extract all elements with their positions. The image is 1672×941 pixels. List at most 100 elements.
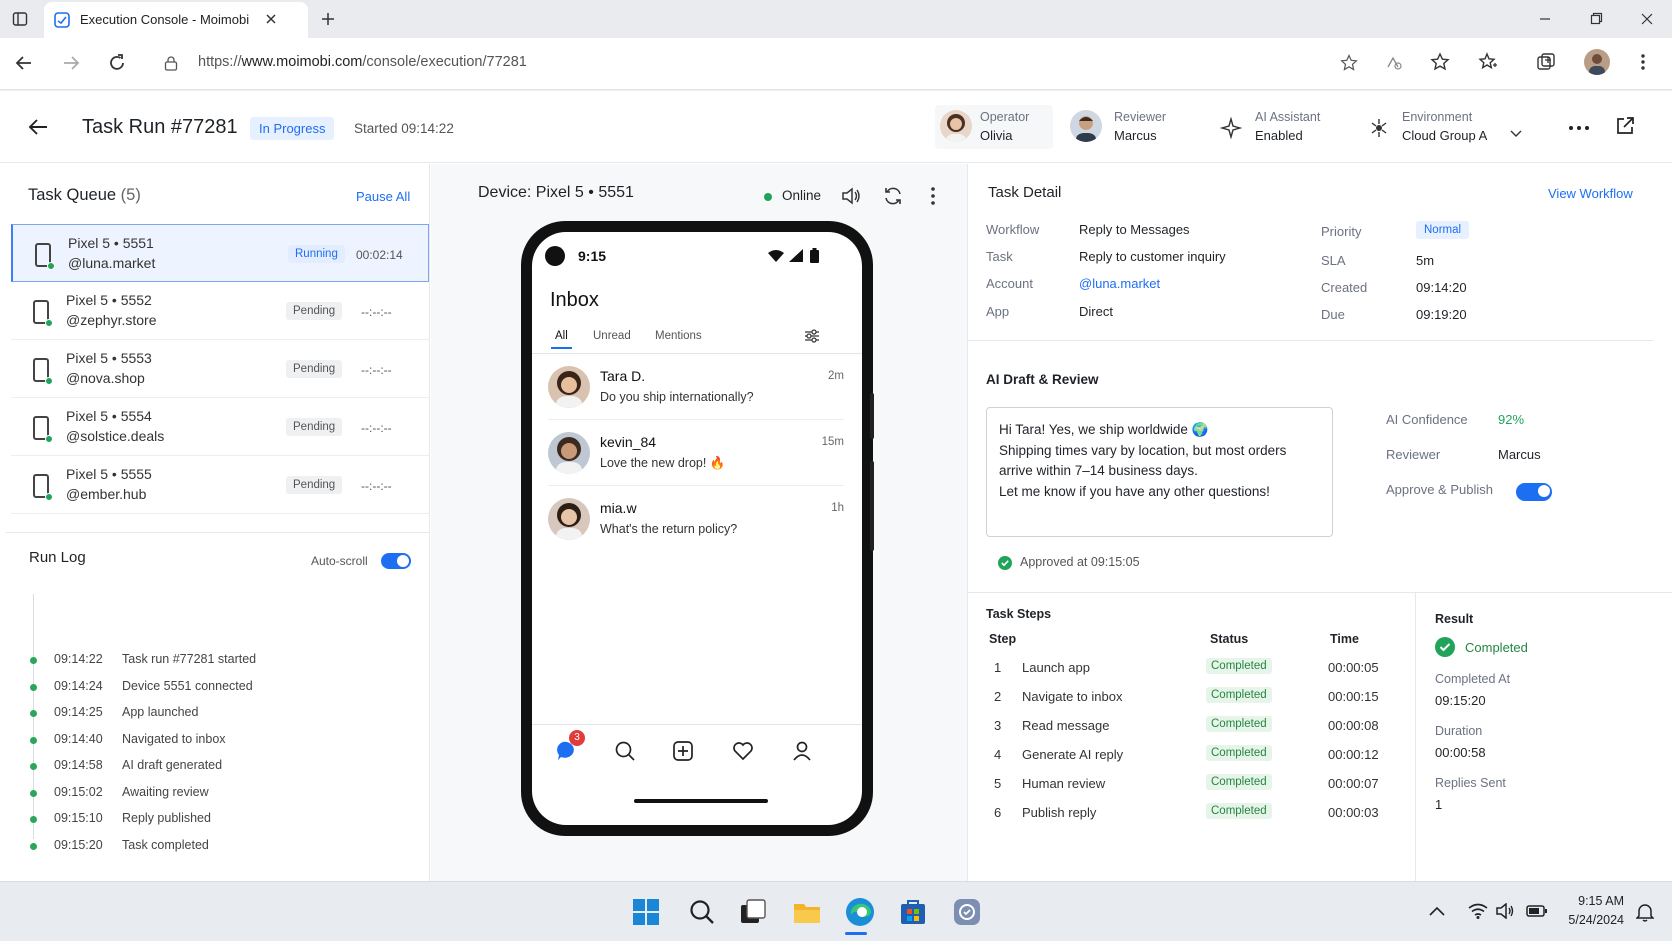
wifi-tray-icon[interactable] <box>1468 903 1488 919</box>
queue-status-badge: Pending <box>286 476 343 494</box>
favorites-icon[interactable] <box>1430 52 1450 72</box>
search-nav-icon[interactable] <box>614 740 636 762</box>
message-item[interactable]: kevin_84 Love the new drop! 🔥 15m <box>548 420 844 486</box>
chevron-down-icon[interactable] <box>1510 130 1522 138</box>
log-text: AI draft generated <box>122 758 223 772</box>
divider <box>968 592 1672 593</box>
chevron-up-icon[interactable] <box>1429 905 1445 917</box>
favorite-star-icon[interactable] <box>1340 54 1358 72</box>
collections-star-icon[interactable] <box>1478 52 1498 72</box>
message-item[interactable]: Tara D. Do you ship internationally? 2m <box>548 354 844 420</box>
replies-label: Replies Sent <box>1435 776 1506 790</box>
app-page: Task Run #77281 In Progress Started 09:1… <box>0 91 1672 881</box>
queue-item[interactable]: Pixel 5 • 5551 @luna.market Running 00:02:1… <box>11 224 429 282</box>
cloud-network-icon <box>1368 117 1390 139</box>
url-bar[interactable]: https://www.moimobi.com/console/executio… <box>150 44 1415 82</box>
message-item[interactable]: mia.w What's the return policy? 1h <box>548 486 844 552</box>
new-tab-icon[interactable] <box>320 11 336 27</box>
moimobi-app-icon[interactable] <box>953 898 981 926</box>
view-workflow-link[interactable]: View Workflow <box>1548 186 1633 201</box>
create-nav-icon[interactable] <box>672 740 694 762</box>
queue-device: Pixel 5 • 5551 <box>68 235 154 251</box>
phone-device-icon <box>35 243 55 270</box>
back-arrow-icon[interactable] <box>27 117 49 137</box>
queue-item[interactable]: Pixel 5 • 5552 @zephyr.store Pending --:--:… <box>11 282 429 340</box>
back-icon[interactable] <box>14 53 34 73</box>
edge-browser-icon[interactable] <box>845 897 875 927</box>
forward-icon[interactable] <box>61 53 81 73</box>
collections-icon[interactable] <box>1536 52 1556 72</box>
tab-actions-icon[interactable] <box>12 11 28 27</box>
inbox-title: Inbox <box>550 289 599 311</box>
home-indicator[interactable] <box>634 799 768 803</box>
queue-handle: @solstice.deals <box>66 428 165 444</box>
message-avatar <box>548 432 590 474</box>
approve-toggle[interactable] <box>1516 483 1552 501</box>
completed-at-label: Completed At <box>1435 672 1511 686</box>
close-tab-icon[interactable] <box>264 12 278 26</box>
queue-handle: @ember.hub <box>66 486 147 502</box>
filter-icon[interactable] <box>804 329 820 343</box>
ai-draft-textarea[interactable]: Hi Tara! Yes, we ship worldwide 🌍 Shippi… <box>986 407 1333 537</box>
queue-item[interactable]: Pixel 5 • 5554 @solstice.deals Pending --:-… <box>11 398 429 456</box>
log-entry: 09:14:40 Navigated to inbox <box>6 729 406 756</box>
browser-tab[interactable]: Execution Console - Moimobi <box>44 2 308 38</box>
log-time: 09:14:22 <box>54 652 103 666</box>
log-time: 09:14:58 <box>54 758 103 772</box>
heart-nav-icon[interactable] <box>732 740 754 762</box>
notification-bell-icon[interactable] <box>1636 902 1654 922</box>
step-time: 00:00:12 <box>1328 747 1379 762</box>
sla-label: SLA <box>1321 253 1346 268</box>
battery-tray-icon[interactable] <box>1526 904 1548 918</box>
workflow-value: Reply to Messages <box>1079 222 1190 237</box>
ai-assistant-box[interactable]: AI Assistant Enabled <box>1210 105 1348 149</box>
confidence-value: 92% <box>1498 412 1525 427</box>
more-horizontal-icon[interactable] <box>1568 125 1590 131</box>
volume-tray-icon[interactable] <box>1496 903 1516 919</box>
profile-avatar[interactable] <box>1584 49 1610 75</box>
operator-box[interactable]: Operator Olivia <box>935 105 1053 149</box>
file-explorer-icon[interactable] <box>793 900 821 924</box>
sync-icon[interactable] <box>882 185 904 207</box>
message-preview: Do you ship internationally? <box>600 390 754 404</box>
queue-status-badge: Pending <box>286 302 343 320</box>
log-dot <box>30 816 37 823</box>
log-entry: 09:15:10 Reply published <box>6 808 406 835</box>
browser-tab-bar: Execution Console - Moimobi <box>0 0 1672 38</box>
close-window-icon[interactable] <box>1640 12 1654 26</box>
reviewer-box[interactable]: Reviewer Marcus <box>1065 105 1195 149</box>
search-icon[interactable] <box>689 899 715 925</box>
store-icon[interactable] <box>899 898 927 926</box>
maximize-icon[interactable] <box>1589 12 1603 26</box>
result-check-icon <box>1435 637 1455 657</box>
runlog-title: Run Log <box>29 549 86 566</box>
tab-mentions[interactable]: Mentions <box>655 330 702 342</box>
autoscroll-label: Auto-scroll <box>311 554 368 568</box>
tab-all[interactable]: All <box>555 330 568 342</box>
minimize-icon[interactable] <box>1538 12 1552 26</box>
battery-icon <box>810 248 819 263</box>
queue-status-badge: Running <box>288 245 345 263</box>
environment-box[interactable]: Environment Cloud Group A <box>1358 105 1528 149</box>
profile-nav-icon[interactable] <box>791 740 813 762</box>
windows-start-icon[interactable] <box>633 899 659 925</box>
pause-all-button[interactable]: Pause All <box>356 189 410 204</box>
lock-icon[interactable] <box>164 55 178 71</box>
open-external-icon[interactable] <box>1615 116 1635 136</box>
taskbar-date[interactable]: 5/24/2024 <box>1560 913 1624 927</box>
tab-unread[interactable]: Unread <box>593 330 631 342</box>
settings-more-icon[interactable] <box>1640 52 1646 72</box>
phone-side-button <box>870 461 874 551</box>
volume-icon[interactable] <box>840 186 862 206</box>
queue-item[interactable]: Pixel 5 • 5553 @nova.shop Pending --:--:-- <box>11 340 429 398</box>
device-more-icon[interactable] <box>930 186 936 206</box>
queue-item[interactable]: Pixel 5 • 5555 @ember.hub Pending --:--:-- <box>11 456 429 514</box>
account-link[interactable]: @luna.market <box>1079 276 1160 291</box>
refresh-icon[interactable] <box>107 53 127 73</box>
autoscroll-toggle[interactable] <box>381 553 411 569</box>
step-status-badge: Completed <box>1206 658 1272 674</box>
divider <box>6 532 430 533</box>
task-view-icon[interactable] <box>740 899 766 925</box>
taskbar-time[interactable]: 9:15 AM <box>1560 894 1624 908</box>
read-aloud-icon[interactable] <box>1385 54 1403 72</box>
